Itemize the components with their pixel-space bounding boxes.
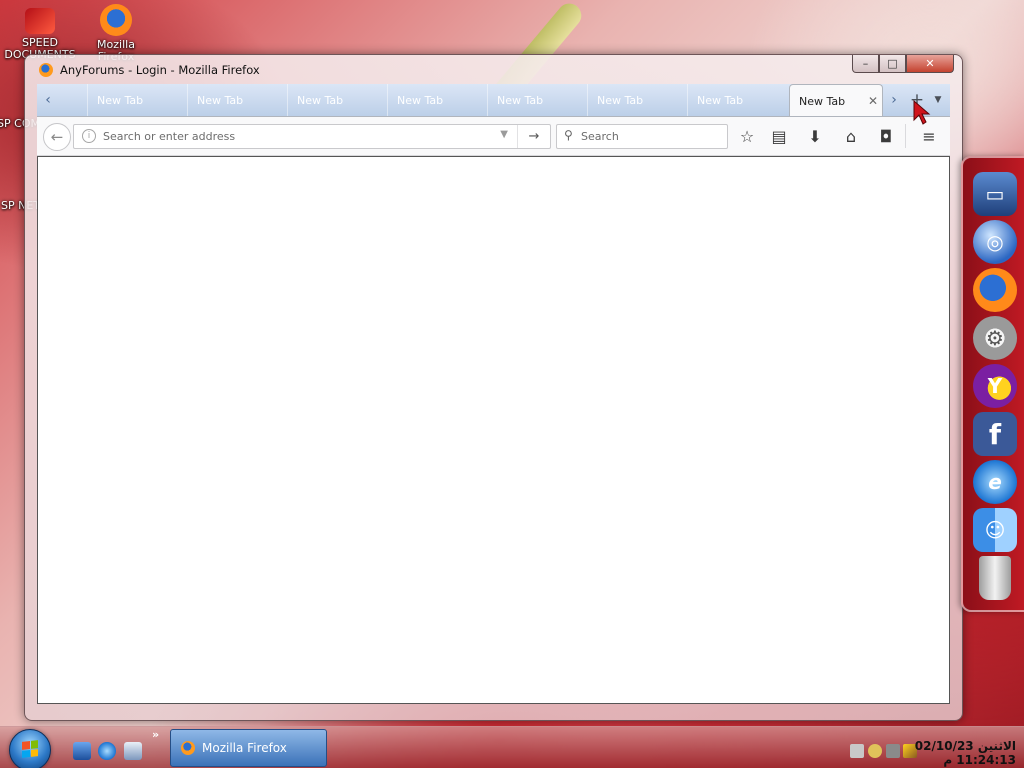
tab-label: New Tab [197,94,244,107]
maximize-button[interactable]: □ [879,55,906,73]
folder-icon [25,8,55,34]
window-controls: – □ ✕ [852,55,954,73]
tab[interactable]: New Tab [587,84,687,116]
pocket-button[interactable]: ◘ [873,123,899,149]
tab-active[interactable]: New Tab ✕ [789,84,883,116]
internet-explorer-icon[interactable]: e [973,460,1017,504]
firefox-icon [181,741,195,755]
bookmarks-menu-button[interactable]: ▤ [766,123,792,149]
firefox-icon [100,4,132,36]
scroll-tabs-left-icon[interactable]: ‹ [37,84,59,116]
trash-icon[interactable] [979,556,1011,600]
go-button[interactable]: → [517,125,550,148]
firefox-icon [39,63,53,77]
start-button[interactable] [9,729,51,768]
tab-label: New Tab [297,94,344,107]
toolbar-divider [905,124,906,148]
tab-label: New Tab [397,94,444,107]
internet-explorer-icon[interactable] [98,742,116,760]
url-dropdown-icon[interactable]: ▼ [500,129,508,140]
url-input[interactable] [103,127,483,145]
search-input[interactable] [581,127,721,145]
tab[interactable]: New Tab [287,84,387,116]
firefox-window: AnyForums - Login - Mozilla Firefox – □ … [24,54,963,721]
tab[interactable]: New Tab [387,84,487,116]
minimize-button[interactable]: – [852,55,879,73]
tray-network-icon[interactable] [850,744,864,758]
finder-icon[interactable]: ☺ [973,508,1017,552]
url-bar[interactable]: i ▼ → [73,124,551,149]
close-button[interactable]: ✕ [906,55,954,73]
tab-strip: ‹ New Tab New Tab New Tab New Tab New Ta… [37,84,950,117]
mouse-cursor-icon [913,100,931,125]
tab[interactable]: New Tab [87,84,187,116]
quick-launch-app-icon[interactable] [124,742,142,760]
tab[interactable]: New Tab [187,84,287,116]
page-content[interactable] [37,156,950,704]
downloads-button[interactable]: ⬇ [802,123,828,149]
tab-label: New Tab [97,94,144,107]
system-clock[interactable]: الاثنين 02/10/23 11:24:13 م [915,739,1016,767]
taskbar: » Mozilla Firefox الاثنين 02/10/23 11:24… [0,726,1024,768]
facebook-icon[interactable]: f [973,412,1017,456]
back-button[interactable]: ← [43,123,71,151]
tab-label: New Tab [497,94,544,107]
application-dock: ▭ ◎ ⚙ Y f e ☺ [961,156,1024,612]
tray-app-icon[interactable] [868,744,882,758]
tab-label: New Tab [697,94,744,107]
bookmark-star-button[interactable]: ☆ [734,123,760,149]
tab-label: New Tab [799,95,846,108]
search-icon: ⚲ [564,128,573,142]
quick-launch-overflow-icon[interactable]: » [152,728,159,741]
computer-icon[interactable]: ▭ [973,172,1017,216]
tab-label: New Tab [597,94,644,107]
taskbar-button-firefox[interactable]: Mozilla Firefox [170,729,327,767]
tab[interactable]: New Tab [687,84,787,116]
yahoo-messenger-icon[interactable]: Y [973,364,1017,408]
desktop-icon-speed-documents[interactable]: SPEED DOCUMENTS [4,6,76,61]
settings-icon[interactable]: ⚙ [973,316,1017,360]
globe-icon[interactable]: ◎ [973,220,1017,264]
tab[interactable]: New Tab [487,84,587,116]
home-button[interactable]: ⌂ [838,123,864,149]
clock-time: 11:24:13 م [943,753,1016,767]
navigation-toolbar: ← i ▼ → ⚲ ☆ ▤ ⬇ ⌂ ◘ ≡ [37,117,950,156]
scroll-tabs-right-icon[interactable]: › [883,84,905,116]
tray-camera-icon[interactable] [886,744,900,758]
search-bar[interactable]: ⚲ [556,124,728,149]
taskbar-button-label: Mozilla Firefox [202,741,287,755]
close-tab-icon[interactable]: ✕ [868,95,878,107]
show-desktop-icon[interactable] [73,742,91,760]
info-icon[interactable]: i [82,129,96,143]
clock-date: الاثنين 02/10/23 [914,739,1016,753]
windows-logo-icon [22,740,38,758]
firefox-icon[interactable] [973,268,1017,312]
window-title: AnyForums - Login - Mozilla Firefox [39,63,260,77]
